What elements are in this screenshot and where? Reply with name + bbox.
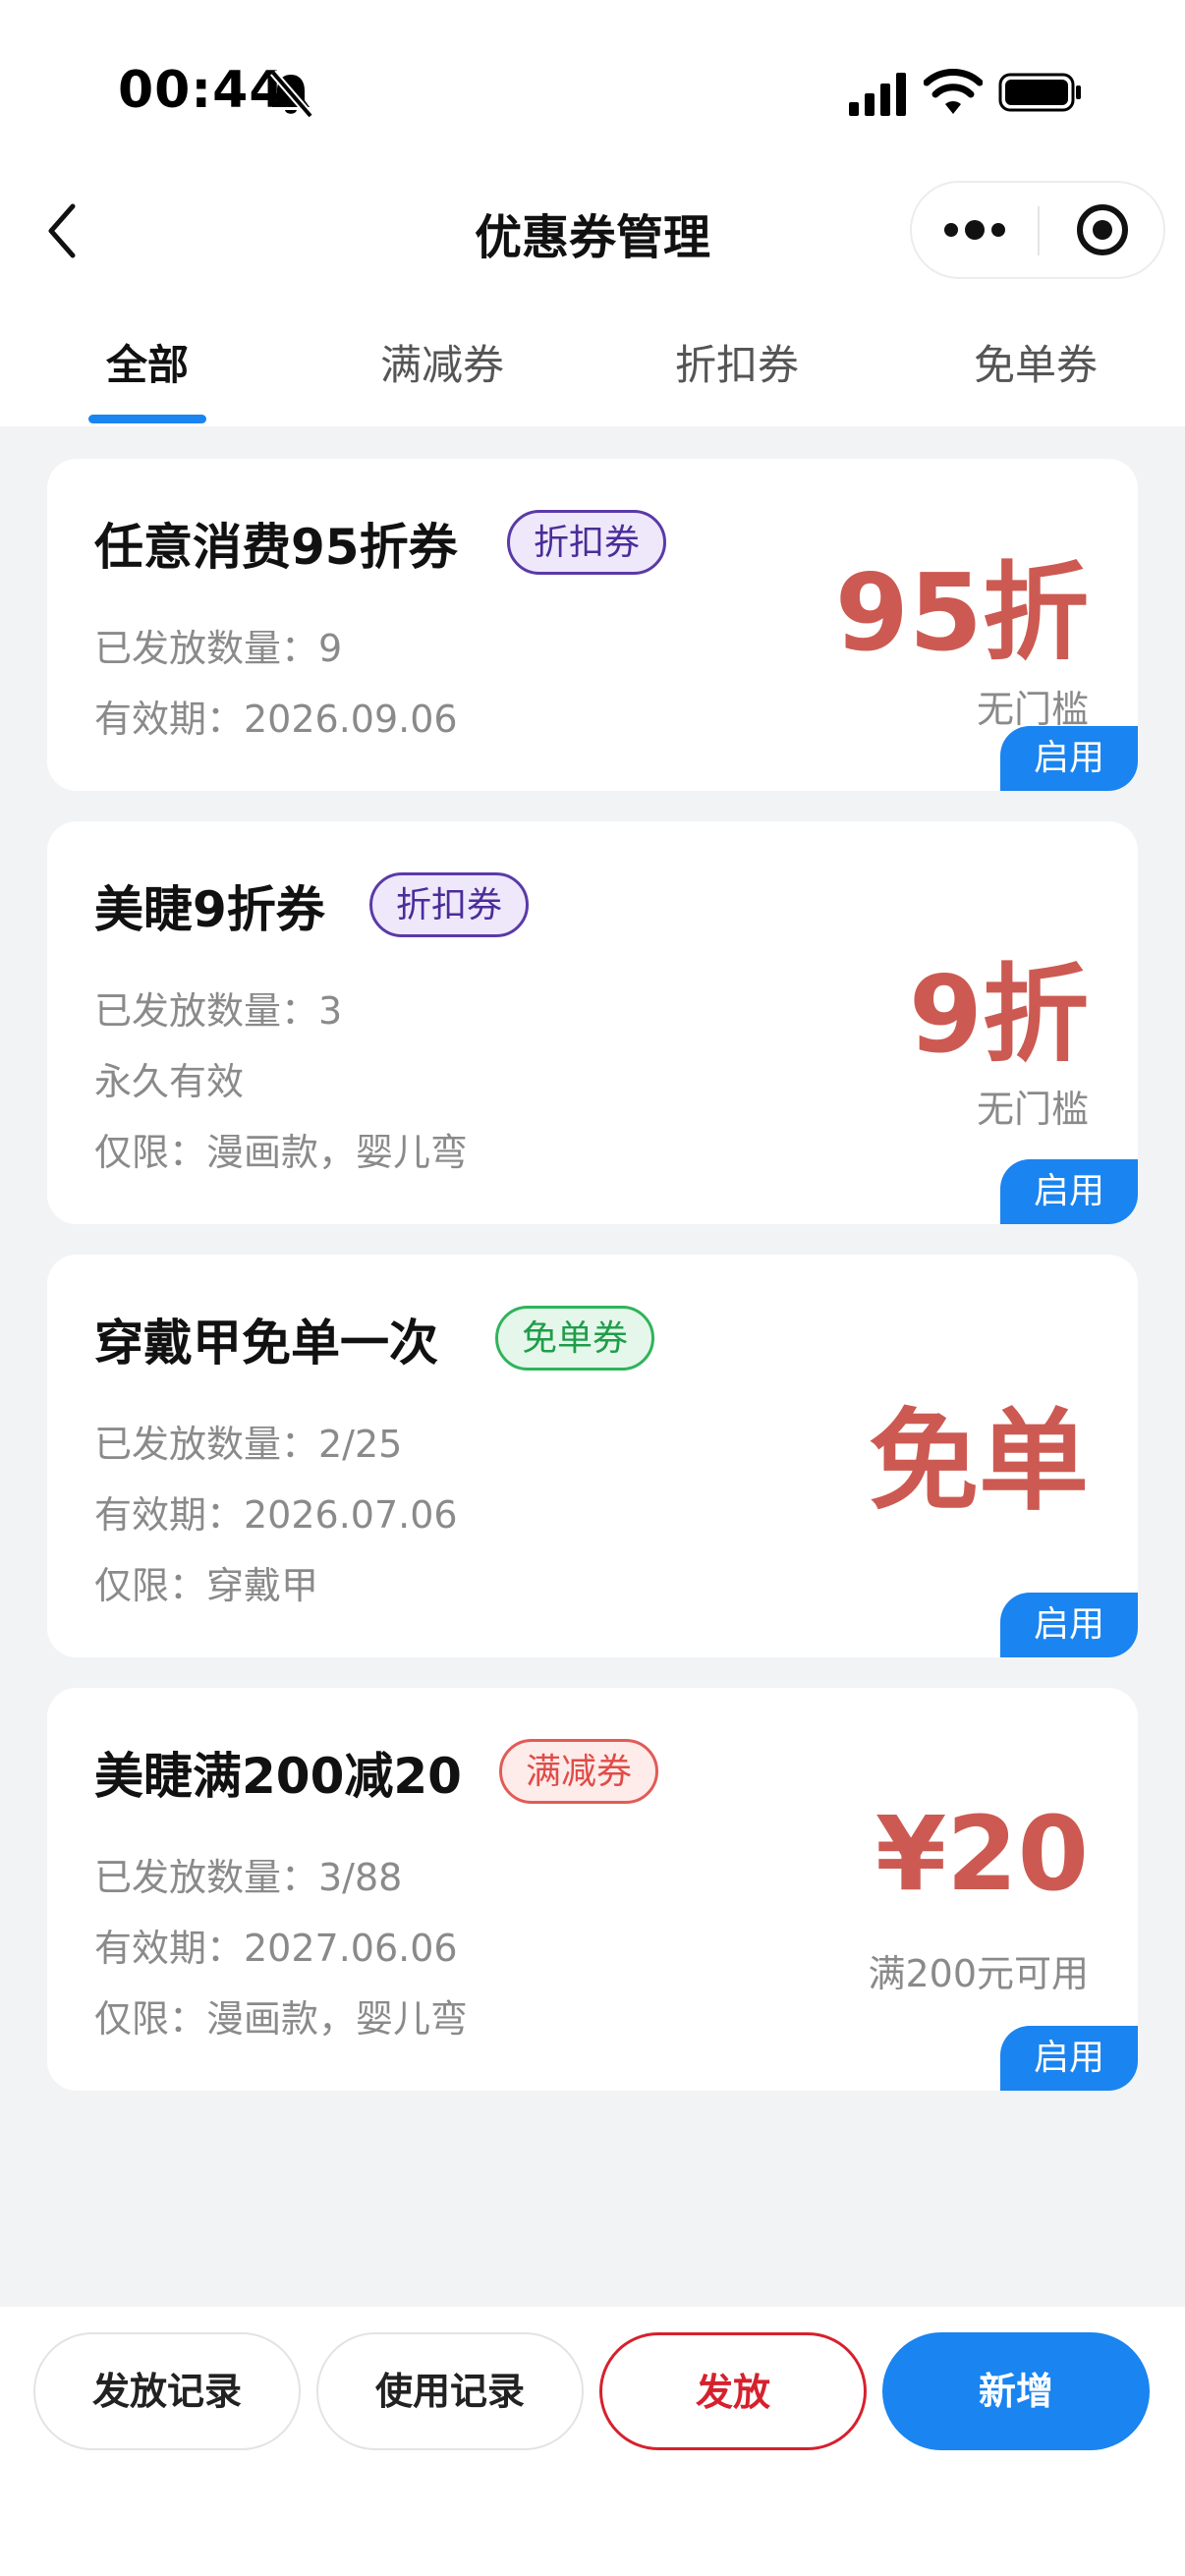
coupon-title: 穿戴甲免单一次 [94,1315,438,1372]
coupon-type-tabs: 全部 满减券 折扣券 免单券 [0,314,1185,426]
active-tab-indicator [88,415,206,423]
tab-discount[interactable]: 折扣券 [639,332,835,392]
coupon-card[interactable]: 美睫满200减20 满减券 已发放数量：3/88 有效期：2027.06.06 … [47,1688,1138,2091]
validity-date: 永久有效 [94,1060,245,1103]
more-icon[interactable] [912,183,1038,277]
battery-icon [998,73,1081,112]
coupon-title: 美睫9折券 [94,881,325,938]
coupon-tag-free: 免单券 [495,1306,655,1371]
enable-button[interactable]: 启用 [1000,1159,1138,1224]
mini-program-capsule [910,181,1165,279]
coupon-card[interactable]: 穿戴甲免单一次 免单券 已发放数量：2/25 有效期：2026.07.06 仅限… [47,1255,1138,1657]
tab-all[interactable]: 全部 [49,332,246,392]
validity-date: 有效期：2027.06.06 [94,1927,458,1970]
status-bar: 00:44 [0,0,1185,167]
add-new-button[interactable]: 新增 [882,2332,1150,2450]
coupon-tag-reduction: 满减券 [499,1739,659,1804]
usage-restriction: 仅限：穿戴甲 [94,1564,319,1607]
coupon-card[interactable]: 美睫9折券 折扣券 已发放数量：3 永久有效 仅限：漫画款，婴儿弯 9折 无门槛… [47,821,1138,1224]
coupon-threshold: 无门槛 [976,688,1089,731]
usage-restriction: 仅限：漫画款，婴儿弯 [94,1997,469,2041]
bottom-action-bar: 发放记录 使用记录 发放 新增 [0,2307,1185,2576]
coupon-title: 美睫满200减20 [94,1748,462,1805]
coupon-title: 任意消费95折券 [94,519,458,576]
issued-count: 已发放数量：3 [94,989,343,1033]
issued-count: 已发放数量：3/88 [94,1856,403,1899]
enable-button[interactable]: 启用 [1000,1593,1138,1657]
issued-count: 已发放数量：9 [94,627,343,670]
coupon-value: ¥20 [875,1794,1089,1914]
coupon-value: 9折 [908,954,1089,1077]
coupon-threshold: 无门槛 [976,1088,1089,1131]
coupon-tag-discount: 折扣券 [369,872,530,937]
usage-restriction: 仅限：漫画款，婴儿弯 [94,1131,469,1174]
enable-button[interactable]: 启用 [1000,726,1138,791]
tab-full-reduction[interactable]: 满减券 [344,332,540,392]
bell-off-icon [269,70,314,119]
signal-icon [849,73,906,116]
enable-button[interactable]: 启用 [1000,2026,1138,2091]
tab-free[interactable]: 免单券 [937,332,1134,392]
coupon-threshold: 满200元可用 [868,1952,1089,1995]
coupon-value: 免单 [869,1398,1089,1526]
target-icon[interactable] [1040,183,1165,277]
wifi-icon [924,69,983,114]
issued-count: 已发放数量：2/25 [94,1423,403,1466]
usage-records-button[interactable]: 使用记录 [316,2332,584,2450]
coupon-value: 95折 [834,552,1089,675]
coupon-management-page: 00:44 优惠券管理 全部 满减券 折扣券 免单券 任意消费95折券 折扣券 … [0,0,1185,2576]
status-time: 00:44 [118,61,286,120]
coupon-tag-discount: 折扣券 [507,510,667,575]
issue-records-button[interactable]: 发放记录 [33,2332,301,2450]
header-area: 00:44 优惠券管理 全部 满减券 折扣券 免单券 [0,0,1185,426]
navigation-bar: 优惠券管理 [0,177,1185,285]
validity-date: 有效期：2026.07.06 [94,1493,458,1537]
validity-date: 有效期：2026.09.06 [94,698,458,741]
coupon-card[interactable]: 任意消费95折券 折扣券 已发放数量：9 有效期：2026.09.06 95折 … [47,459,1138,791]
issue-button[interactable]: 发放 [599,2332,867,2450]
